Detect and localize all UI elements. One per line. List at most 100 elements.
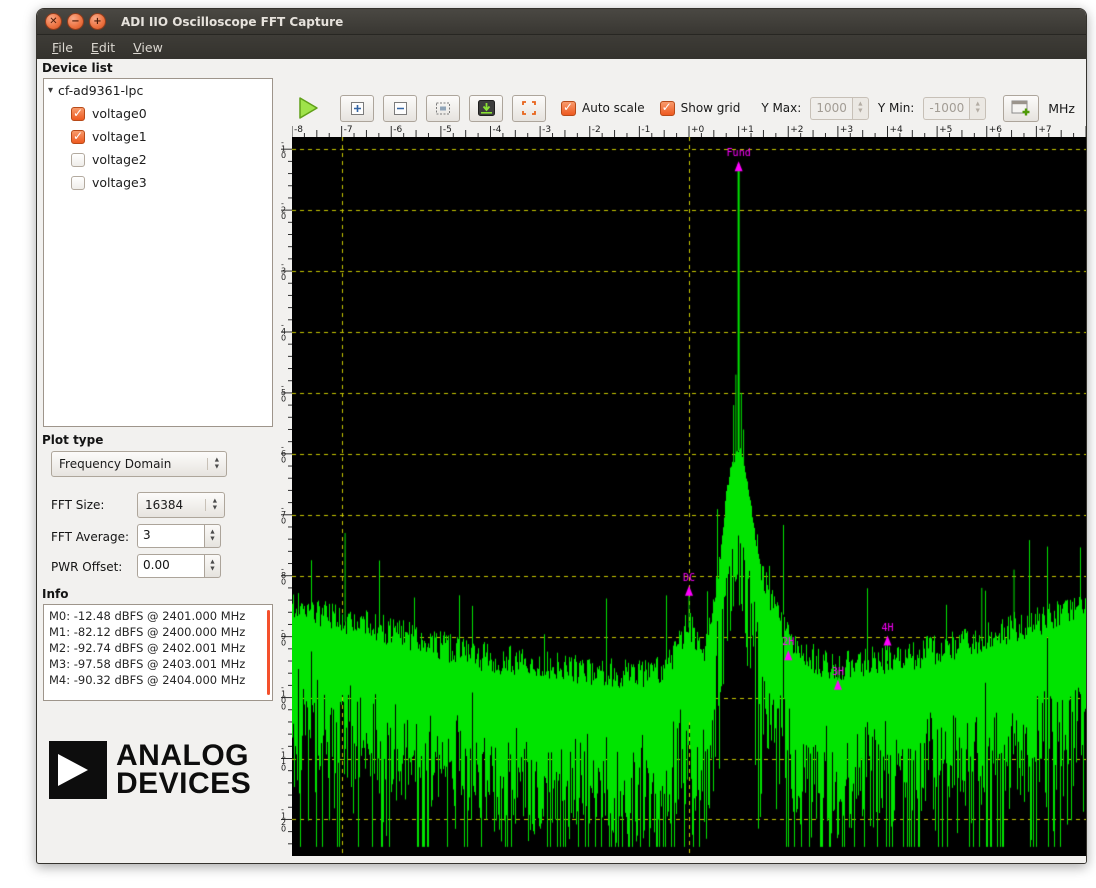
svg-text:+3: +3 [840,125,853,135]
svg-text:-1: -1 [641,125,650,135]
info-line: M4: -90.32 dBFS @ 2404.000 MHz [44,672,272,688]
y-max-spinner: 1000 ▲▼ [810,97,869,120]
fft-plot[interactable] [292,137,1086,856]
pwr-offset-label: PWR Offset: [51,560,122,574]
svg-text:-6: -6 [393,125,402,135]
combo-arrows-icon: ▲▼ [207,458,219,470]
marker-info-list: M0: -12.48 dBFS @ 2401.000 MHzM1: -82.12… [44,605,272,688]
svg-text:+4: +4 [890,125,904,135]
svg-text:-7: -7 [344,125,353,135]
menu-file[interactable]: File [43,37,82,58]
svg-text:0: 0 [281,395,286,404]
fft-average-spinner[interactable]: 3 ▲▼ [137,524,221,548]
svg-text:0: 0 [281,273,286,282]
fft-average-value[interactable]: 3 [137,524,204,548]
device-tree-root[interactable]: ▾ cf-ad9361-lpc [44,79,272,102]
titlebar: ✕ − + ADI IIO Oscilloscope FFT Capture [37,9,1086,35]
info-line: M3: -97.58 dBFS @ 2403.001 MHz [44,656,272,672]
spinner-arrows-icon: ▲▼ [969,97,986,120]
svg-text:0: 0 [281,334,286,343]
svg-text:0: 0 [281,764,286,773]
auto-scale-checkbox[interactable] [561,101,576,116]
info-scroll-indicator [267,610,270,695]
y-max-label: Y Max: [761,101,801,115]
device-name: cf-ad9361-lpc [58,83,143,98]
info-panel: M0: -12.48 dBFS @ 2401.000 MHzM1: -82.12… [43,604,273,701]
svg-text:0: 0 [281,517,286,526]
plot-region: -8-7-6-5-4-3-2-1+0+1+2+3+4+5+6+7+8 -10-2… [278,123,1086,863]
window-title: ADI IIO Oscilloscope FFT Capture [121,15,343,29]
analog-devices-logo: ANALOG DEVICES [49,741,251,799]
device-list-panel: ▾ cf-ad9361-lpc voltage0 voltage1voltage2… [43,78,273,427]
fft-size-value: 16384 [145,498,183,512]
svg-text:-3: -3 [542,125,551,135]
fft-size-combo[interactable]: 16384 ▲▼ [137,492,225,518]
menubar: FileEditView [37,35,1086,59]
close-button[interactable]: ✕ [45,13,62,30]
spinner-arrows-icon[interactable]: ▲▼ [204,554,221,578]
zoom-fit-icon [435,101,451,116]
auto-scale-label: Auto scale [582,101,645,115]
svg-text:0: 0 [281,212,286,221]
channel-checkbox-voltage3[interactable] [71,176,85,190]
svg-text:0: 0 [281,577,286,586]
zoom-in-button[interactable] [340,95,374,122]
minimize-button[interactable]: − [67,13,84,30]
expander-icon[interactable]: ▾ [48,85,53,96]
channel-list: voltage0 voltage1voltage2 voltage3 [44,102,272,194]
play-icon [296,95,320,121]
zoom-out-icon [393,101,408,116]
channel-row-voltage1[interactable]: voltage1 [44,125,272,148]
adi-logo-text: ANALOG DEVICES [116,742,251,798]
svg-text:+2: +2 [790,125,803,135]
channel-label: voltage3 [92,175,147,190]
svg-text:-5: -5 [443,125,452,135]
channel-checkbox-voltage1[interactable] [71,130,85,144]
spinner-arrows-icon[interactable]: ▲▼ [204,524,221,548]
menu-edit[interactable]: Edit [82,37,124,58]
show-grid-toggle[interactable]: Show grid [660,101,741,116]
channel-row-voltage0[interactable]: voltage0 [44,102,272,125]
unit-label: MHz [1048,101,1075,116]
info-line: M1: -82.12 dBFS @ 2400.000 MHz [44,624,272,640]
channel-row-voltage3[interactable]: voltage3 [44,171,272,194]
spinner-arrows-icon: ▲▼ [852,97,869,120]
show-grid-checkbox[interactable] [660,101,675,116]
svg-text:-4: -4 [493,125,502,135]
new-plot-button[interactable] [1003,95,1039,122]
svg-text:0: 0 [281,456,286,465]
plot-toolbar: Auto scale Show grid Y Max: 1000 ▲▼ Y Mi… [287,89,1086,127]
svg-text:+5: +5 [939,125,952,135]
maximize-button[interactable]: + [89,13,106,30]
auto-scale-toggle[interactable]: Auto scale [561,101,645,116]
svg-text:+6: +6 [989,125,1003,135]
svg-text:+7: +7 [1038,125,1051,135]
adi-triangle-logo-icon [49,741,107,799]
capture-play-button[interactable] [295,95,321,122]
zoom-fit-button[interactable] [426,95,460,122]
pwr-offset-spinner[interactable]: 0.00 ▲▼ [137,554,221,578]
plot-type-value: Frequency Domain [59,457,171,471]
channel-label: voltage0 [92,106,147,121]
y-min-value: -1000 [923,97,969,120]
channel-row-voltage2[interactable]: voltage2 [44,148,272,171]
plot-type-label: Plot type [42,433,103,447]
save-capture-icon [478,100,495,116]
y-max-value: 1000 [810,97,852,120]
plot-type-combo[interactable]: Frequency Domain ▲▼ [51,451,227,477]
zoom-in-icon [350,101,365,116]
channel-checkbox-voltage2[interactable] [71,153,85,167]
device-list-label: Device list [42,61,113,75]
svg-text:0: 0 [281,824,286,833]
combo-arrows-icon: ▲▼ [205,499,217,511]
menu-view[interactable]: View [124,37,172,58]
fullscreen-icon [521,100,537,116]
fft-size-label: FFT Size: [51,498,104,512]
info-line: M0: -12.48 dBFS @ 2401.000 MHz [44,608,272,624]
fullscreen-button[interactable] [512,95,546,122]
pwr-offset-value[interactable]: 0.00 [137,554,204,578]
zoom-out-button[interactable] [383,95,417,122]
save-image-button[interactable] [469,95,503,122]
channel-checkbox-voltage0[interactable] [71,107,85,121]
svg-text:-2: -2 [592,125,601,135]
